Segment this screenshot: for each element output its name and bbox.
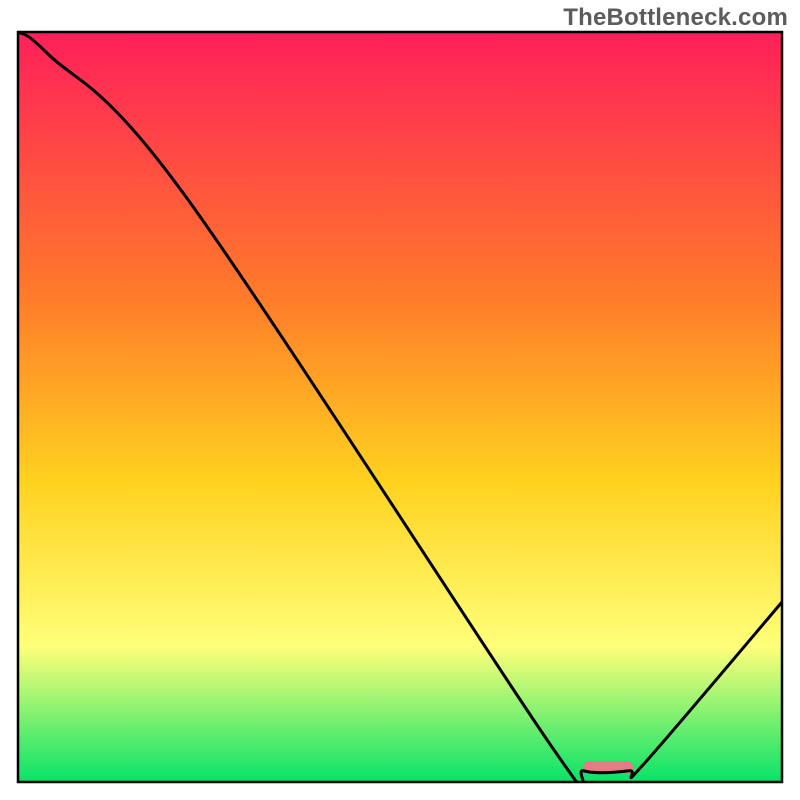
gradient-background — [18, 32, 782, 782]
bottleneck-chart — [0, 0, 800, 800]
chart-container: TheBottleneck.com — [0, 0, 800, 800]
